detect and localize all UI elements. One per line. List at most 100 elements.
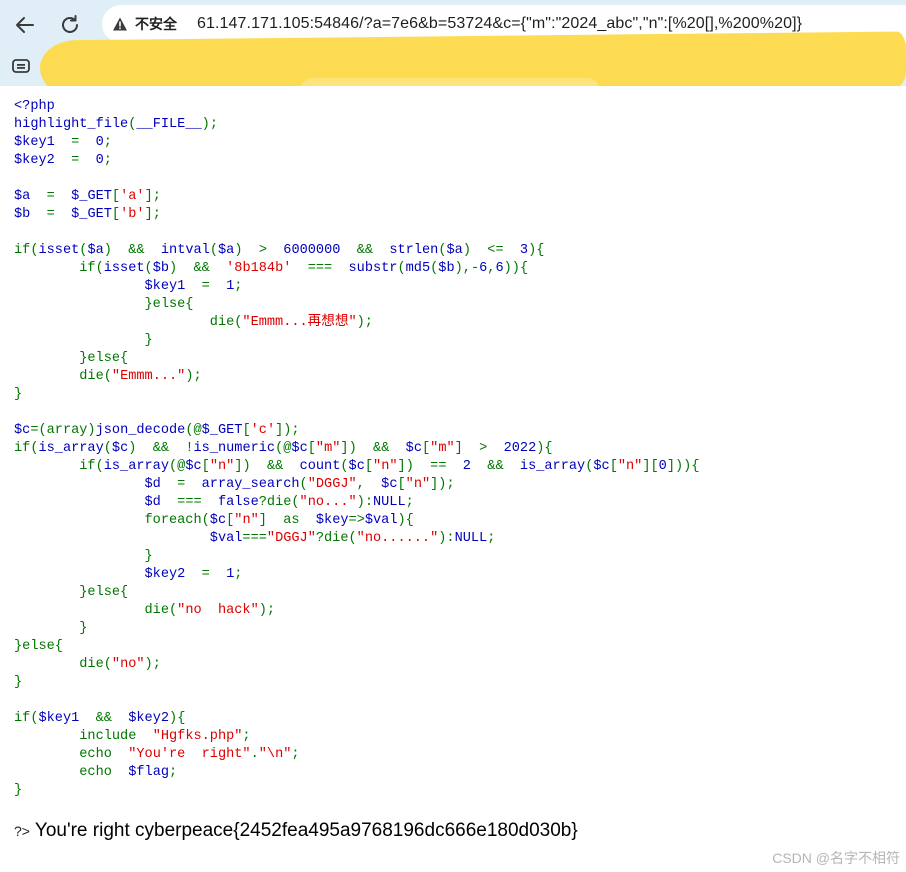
reload-icon (62, 15, 78, 33)
code-token: array_search (201, 477, 300, 492)
code-token: $c (381, 477, 398, 492)
code-token: ) > (234, 243, 284, 258)
code-token: $c (348, 459, 365, 474)
code-token: $_GET (201, 423, 243, 438)
code-token: substr (348, 261, 398, 276)
code-token: = (46, 207, 72, 222)
code-token: $c (185, 459, 202, 474)
code-token: "DGGJ" (266, 531, 316, 546)
back-button[interactable] (10, 10, 40, 40)
code-token: "DGGJ" (307, 477, 357, 492)
code-token: if( (14, 459, 104, 474)
code-line: $key2 = 0; (14, 153, 112, 168)
code-line: die("Emmm..."); (14, 369, 202, 384)
code-token: $_GET (71, 189, 112, 204)
code-token: [ (111, 189, 121, 204)
code-line: $d = array_search("DGGJ", $c["n"]); (14, 477, 455, 492)
code-line: $key1 = 1; (14, 279, 243, 294)
code-token: "Hgfks.php" (152, 729, 243, 744)
arrow-left-icon (16, 17, 34, 33)
code-token: ); (185, 369, 202, 384)
code-line: if(is_array($c) && !is_numeric(@$c["m"])… (14, 441, 553, 456)
code-token: ): (438, 531, 455, 546)
code-token: )){ (503, 261, 529, 276)
code-line: die("no"); (14, 657, 161, 672)
code-token: }else{ (14, 585, 129, 600)
code-token: 'b' (120, 207, 145, 222)
code-token: $flag (128, 765, 170, 780)
code-token: '8b184b' (226, 261, 308, 276)
code-token: ; (234, 279, 243, 294)
code-token: $a (218, 243, 235, 258)
reload-button[interactable] (55, 10, 85, 40)
code-token: 2 (462, 459, 488, 474)
code-token: ]) == (397, 459, 463, 474)
code-token: ( (144, 261, 153, 276)
warning-icon[interactable] (112, 16, 128, 32)
code-token: 0 (95, 153, 104, 168)
code-token: "Emmm..." (111, 369, 186, 384)
code-token: false (217, 495, 259, 510)
code-line: } (14, 621, 87, 636)
code-token: $c (593, 459, 610, 474)
code-token: is_numeric (193, 441, 276, 456)
code-token: ; (234, 567, 243, 582)
security-label[interactable]: 不安全 (135, 14, 177, 34)
code-token: ) && ! (128, 441, 194, 456)
code-token: die( (14, 315, 243, 330)
code-token: if( (14, 261, 104, 276)
code-token: "Emmm...再想想" (242, 315, 357, 330)
code-token: ; (103, 153, 112, 168)
tab-search-button[interactable] (10, 57, 32, 75)
code-line: if(isset($b) && '8b184b' === substr(md5(… (14, 261, 528, 276)
code-token: ); (201, 117, 218, 132)
code-line: } (14, 333, 153, 348)
code-line: } (14, 675, 22, 690)
code-token: $key1 (14, 279, 202, 294)
code-token: ; (291, 747, 300, 762)
url-text[interactable]: 61.147.171.105:54846/?a=7e6&b=53724&c={"… (197, 15, 802, 33)
code-token: echo (14, 747, 129, 762)
code-line: include "Hgfks.php"; (14, 729, 250, 744)
code-token: $a (446, 243, 463, 258)
code-token: $val (14, 531, 243, 546)
code-token: =(array) (30, 423, 96, 438)
code-token: ]); (430, 477, 455, 492)
code-token: "\n" (258, 747, 292, 762)
code-token: ?die( (315, 531, 357, 546)
code-token: $_GET (71, 207, 112, 222)
code-token: ( (103, 441, 112, 456)
code-token: "n" (209, 459, 235, 474)
code-token: include (14, 729, 153, 744)
code-token: is_array (38, 441, 104, 456)
code-token: ); (144, 657, 161, 672)
code-token: ; (103, 135, 112, 150)
code-token: } (14, 333, 153, 348)
php-source-code: <?php highlight_file(__FILE__); $key1 = … (14, 98, 699, 800)
code-token: die( (14, 369, 112, 384)
code-token: $key1 (38, 711, 96, 726)
code-token: "no......" (356, 531, 439, 546)
code-token: . (250, 747, 259, 762)
code-line: $a = $_GET['a']; (14, 189, 161, 204)
code-token: json_decode (95, 423, 186, 438)
code-token: [ (422, 441, 431, 456)
code-token: "n" (405, 477, 431, 492)
code-token: "You're right" (128, 747, 251, 762)
php-close-tag: ?> (14, 823, 30, 839)
code-token: die( (14, 657, 112, 672)
code-token: ] as (258, 513, 316, 528)
code-token: if( (14, 441, 39, 456)
code-token: } (14, 675, 23, 690)
code-line: }else{ (14, 585, 128, 600)
code-line: $key1 = 0; (14, 135, 112, 150)
code-token: NULL (372, 495, 406, 510)
code-line: if(isset($a) && intval($a) > 6000000 && … (14, 243, 544, 258)
code-token: $key2 (128, 711, 170, 726)
code-line: }else{ (14, 639, 63, 654)
code-token: = (201, 567, 227, 582)
code-token: ][ (642, 459, 659, 474)
code-token: 0 (95, 135, 104, 150)
code-token: [ (242, 423, 251, 438)
code-token: ) <= (462, 243, 520, 258)
